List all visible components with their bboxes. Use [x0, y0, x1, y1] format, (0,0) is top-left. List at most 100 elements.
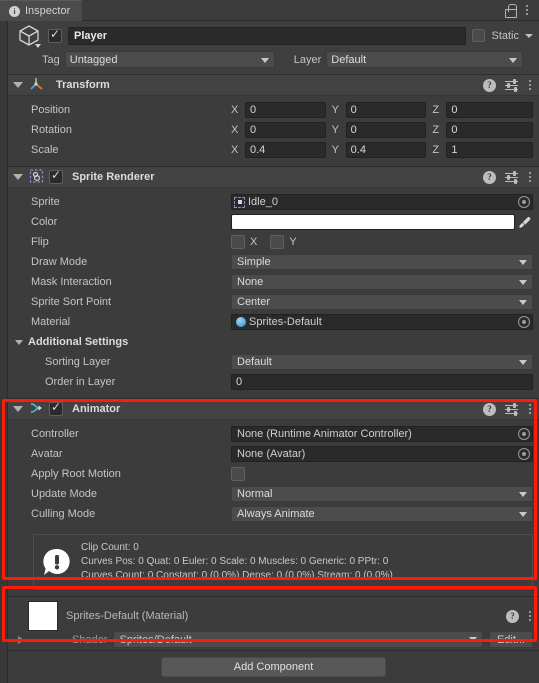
foldout-icon[interactable] [13, 174, 23, 180]
object-picker-icon[interactable] [518, 196, 530, 208]
object-picker-icon[interactable] [518, 428, 530, 440]
shader-label: Shader [72, 633, 108, 646]
avatar-object-field[interactable]: None (Avatar) [231, 446, 533, 462]
info-line-1: Clip Count: 0 [81, 542, 139, 553]
draw-mode-value: Simple [237, 256, 271, 268]
sorting-layer-dropdown[interactable]: Default [231, 354, 533, 370]
eyedropper-icon[interactable] [515, 214, 533, 230]
flip-y-label: Y [289, 236, 297, 248]
additional-settings-label: Additional Settings [28, 336, 129, 348]
sprite-sort-point-dropdown[interactable]: Center [231, 294, 533, 310]
additional-settings-foldout[interactable]: Additional Settings [14, 332, 533, 352]
component-tools: ? [483, 402, 533, 416]
scale-z-input[interactable]: 1 [446, 142, 534, 158]
kebab-menu-icon[interactable] [527, 78, 533, 92]
material-object-field[interactable]: Sprites-Default [231, 314, 533, 330]
color-swatch[interactable] [231, 214, 515, 230]
preset-icon[interactable] [505, 402, 518, 416]
order-in-layer-input[interactable]: 0 [231, 374, 533, 390]
transform-header[interactable]: Transform ? [8, 75, 539, 96]
position-fields: X0 Y0 Z0 [231, 102, 534, 118]
scale-y-input[interactable]: 0.4 [345, 142, 427, 158]
position-x-input[interactable]: 0 [245, 102, 326, 118]
scale-x-input[interactable]: 0.4 [245, 142, 326, 158]
flip-row: Flip X Y [14, 232, 533, 252]
kebab-menu-icon[interactable] [524, 3, 530, 17]
shader-edit-button[interactable]: Edit... [489, 631, 533, 648]
kebab-menu-icon[interactable] [527, 402, 533, 416]
position-y-input[interactable]: 0 [345, 102, 427, 118]
material-sphere-icon [236, 317, 246, 327]
animator-enabled-checkbox[interactable] [49, 400, 63, 416]
flip-x-checkbox[interactable] [231, 235, 245, 249]
sprite-renderer-header[interactable]: Sprite Renderer ? [8, 167, 539, 188]
gameobject-name-input[interactable]: Player [68, 26, 467, 45]
foldout-icon[interactable] [13, 82, 23, 88]
static-dropdown-icon[interactable] [525, 33, 533, 38]
static-checkbox[interactable] [472, 29, 486, 42]
tab-inspector[interactable]: i Inspector [0, 0, 83, 21]
controller-object-field[interactable]: None (Runtime Animator Controller) [231, 426, 533, 442]
rotation-y-input[interactable]: 0 [345, 122, 427, 138]
component-tools: ? [483, 170, 533, 184]
help-icon[interactable]: ? [483, 78, 496, 92]
sprite-label: Sprite [31, 196, 60, 208]
apply-root-motion-checkbox[interactable] [231, 467, 245, 481]
tab-bar-tools [505, 0, 539, 21]
controller-label: Controller [31, 428, 79, 440]
controller-row: Controller None (Runtime Animator Contro… [14, 424, 533, 444]
tag-value: Untagged [69, 53, 118, 66]
material-preview-thumbnail [28, 601, 58, 631]
transform-component: Transform ? Position X0 Y0 Z0 Rotation X… [8, 75, 539, 167]
kebab-menu-icon[interactable] [527, 170, 533, 184]
color-label: Color [31, 216, 58, 228]
animator-header[interactable]: Animator ? [8, 399, 539, 420]
help-icon[interactable]: ? [483, 402, 496, 416]
help-icon[interactable]: ? [506, 609, 519, 623]
lock-open-icon[interactable] [505, 4, 517, 18]
preset-icon[interactable] [505, 78, 518, 92]
chevron-down-icon [519, 360, 527, 365]
component-title: Animator [72, 403, 121, 415]
flip-y-checkbox[interactable] [270, 235, 285, 249]
tab-bar: i Inspector [0, 0, 539, 21]
tag-dropdown[interactable]: Untagged [64, 51, 275, 68]
culling-mode-dropdown[interactable]: Always Animate [231, 506, 533, 522]
draw-mode-dropdown[interactable]: Simple [231, 254, 533, 270]
axis-label-x: X [231, 104, 239, 116]
animator-icon [29, 401, 44, 418]
layer-dropdown[interactable]: Default [326, 51, 524, 68]
update-mode-dropdown[interactable]: Normal [231, 486, 533, 502]
info-line-3: Curves Count: 0 Constant: 0 (0.0%) Dense… [81, 570, 393, 581]
mask-interaction-dropdown[interactable]: None [231, 274, 533, 290]
position-z-input[interactable]: 0 [446, 102, 534, 118]
controller-value: None (Runtime Animator Controller) [237, 428, 412, 440]
kebab-menu-icon[interactable] [527, 609, 533, 623]
material-value: Sprites-Default [249, 316, 322, 328]
shader-dropdown[interactable]: Sprites/Default [113, 631, 483, 648]
transform-gizmo-icon [29, 77, 44, 94]
rotation-fields: X0 Y0 Z0 [231, 122, 534, 138]
foldout-collapsed-icon[interactable] [18, 635, 24, 644]
axis-label-z: Z [432, 104, 440, 116]
foldout-icon[interactable] [13, 406, 23, 412]
sprite-renderer-component: Sprite Renderer ? Sprite Idle_0 [8, 167, 539, 399]
tab-label: Inspector [25, 5, 71, 17]
object-picker-icon[interactable] [518, 448, 530, 460]
sprite-object-field[interactable]: Idle_0 [231, 194, 533, 210]
rotation-x-input[interactable]: 0 [245, 122, 326, 138]
component-title: Transform [56, 79, 110, 91]
add-component-button[interactable]: Add Component [161, 657, 386, 677]
sorting-layer-value: Default [237, 356, 272, 368]
chevron-down-icon [260, 58, 269, 63]
material-title-row: Sprites-Default (Material) ? [14, 601, 533, 631]
animator-info-text: Clip Count: 0 Curves Pos: 0 Quat: 0 Eule… [81, 541, 393, 583]
help-icon[interactable]: ? [483, 170, 496, 184]
sprite-renderer-enabled-checkbox[interactable] [49, 168, 63, 184]
footer-bar: Add Component [8, 650, 539, 683]
gameobject-enabled-checkbox[interactable] [48, 27, 62, 43]
object-picker-icon[interactable] [518, 316, 530, 328]
rotation-z-input[interactable]: 0 [446, 122, 534, 138]
foldout-icon[interactable] [15, 339, 23, 345]
preset-icon[interactable] [505, 170, 518, 184]
